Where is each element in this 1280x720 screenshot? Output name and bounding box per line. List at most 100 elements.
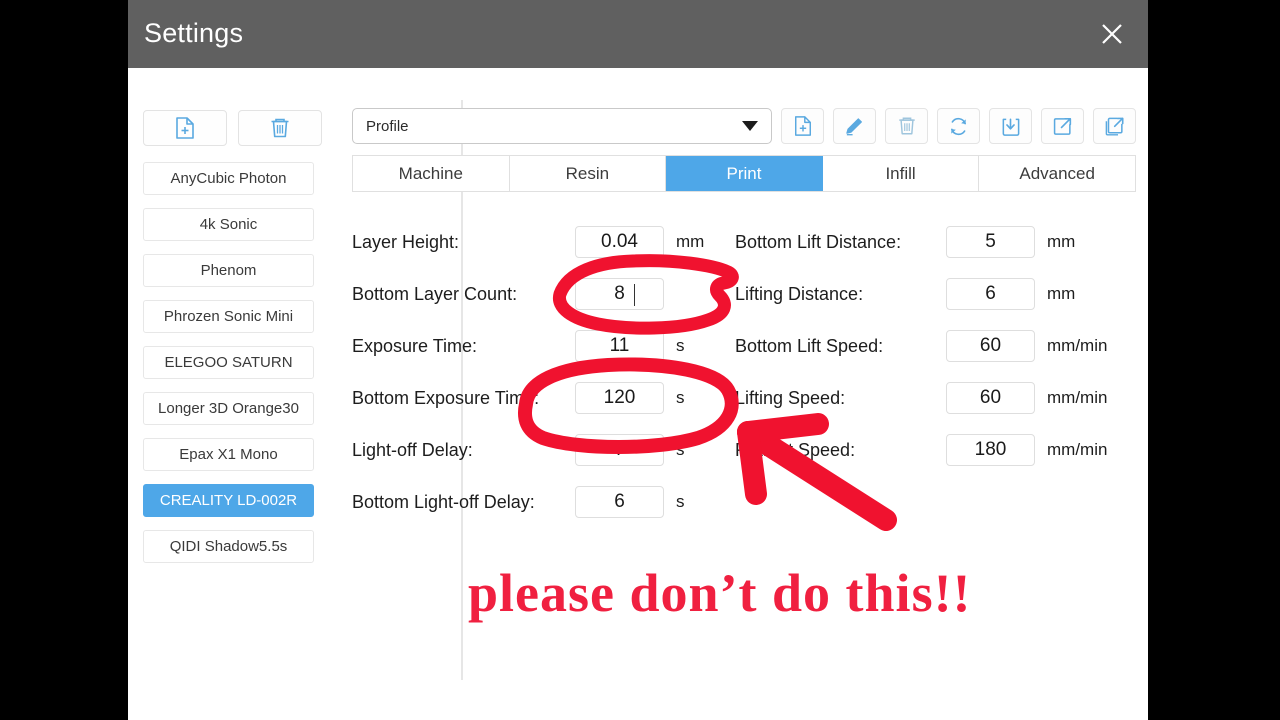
trash-icon (897, 115, 917, 137)
field-lifting-speed: Lifting Speed: 60 mm/min (735, 372, 1107, 424)
machine-label: QIDI Shadow5.5s (169, 538, 288, 555)
duplicate-profile-button[interactable] (1093, 108, 1136, 144)
field-retract-speed: Retract Speed: 180 mm/min (735, 424, 1107, 476)
field-bottom-exposure-time: Bottom Exposure Time: 120 s (352, 372, 704, 424)
machine-label: Phrozen Sonic Mini (163, 308, 294, 325)
window-title: Settings (144, 18, 244, 48)
machine-label: 4k Sonic (199, 216, 258, 233)
field-label: Bottom Light-off Delay: (352, 491, 535, 512)
field-light-off-delay: Light-off Delay: 7 s (352, 424, 704, 476)
light-off-delay-input[interactable]: 7 (575, 434, 664, 466)
tab-label: Resin (565, 163, 610, 183)
field-unit: mm (1047, 284, 1076, 303)
new-profile-button[interactable] (143, 110, 227, 146)
layer-height-input[interactable]: 0.04 (575, 226, 664, 258)
settings-dialog: Settings AnyCubic Photon 4k Sonic Phenom… (128, 0, 1148, 720)
tab-advanced[interactable]: Advanced (979, 156, 1135, 191)
tab-label: Advanced (1019, 163, 1095, 183)
add-profile-button[interactable] (781, 108, 824, 144)
exposure-time-input[interactable]: 11 (575, 330, 664, 362)
machine-item[interactable]: QIDI Shadow5.5s (143, 530, 314, 563)
tab-print[interactable]: Print (666, 156, 823, 191)
lifting-speed-input[interactable]: 60 (946, 382, 1035, 414)
delete-profile-button[interactable] (238, 110, 322, 146)
import-profile-button[interactable] (989, 108, 1032, 144)
field-unit: mm/min (1047, 440, 1108, 459)
field-label: Bottom Lift Distance: (735, 231, 902, 252)
tab-label: Machine (398, 163, 463, 183)
sidebar-toolbar (143, 110, 322, 146)
export-profile-button[interactable] (1041, 108, 1084, 144)
machine-label: Phenom (200, 262, 257, 279)
file-plus-icon (174, 116, 196, 140)
tab-infill[interactable]: Infill (823, 156, 980, 191)
import-arrow-icon (1000, 116, 1021, 137)
field-label: Layer Height: (352, 231, 460, 252)
field-label: Bottom Layer Count: (352, 283, 518, 304)
machine-label: CREALITY LD-002R (159, 492, 298, 509)
field-unit: mm/min (1047, 388, 1108, 407)
tab-label: Infill (885, 163, 916, 183)
retract-speed-input[interactable]: 180 (946, 434, 1035, 466)
field-bottom-light-off-delay: Bottom Light-off Delay: 6 s (352, 476, 704, 528)
settings-tabs: Machine Resin Print Infill Advanced (352, 155, 1136, 192)
field-unit: s (676, 388, 685, 407)
field-label: Exposure Time: (352, 335, 478, 356)
machine-sidebar: AnyCubic Photon 4k Sonic Phenom Phrozen … (128, 68, 333, 720)
field-unit: s (676, 336, 685, 355)
machine-item[interactable]: 4k Sonic (143, 208, 314, 241)
field-lifting-distance: Lifting Distance: 6 mm (735, 268, 1107, 320)
edit-profile-button[interactable] (833, 108, 876, 144)
machine-item-selected[interactable]: CREALITY LD-002R (143, 484, 314, 517)
refresh-icon (948, 116, 969, 137)
pencil-icon (844, 116, 865, 137)
bottom-lift-distance-input[interactable]: 5 (946, 226, 1035, 258)
export-arrow-icon (1052, 116, 1073, 137)
copy-export-icon (1104, 116, 1125, 137)
machine-item[interactable]: Longer 3D Orange30 (143, 392, 314, 425)
machine-item[interactable]: Epax X1 Mono (143, 438, 314, 471)
reset-profile-button[interactable] (937, 108, 980, 144)
chevron-down-icon (742, 121, 758, 131)
profile-toolbar: Profile (352, 108, 1136, 144)
machine-item[interactable]: AnyCubic Photon (143, 162, 314, 195)
tab-resin[interactable]: Resin (510, 156, 667, 191)
machine-item[interactable]: Phrozen Sonic Mini (143, 300, 314, 333)
delete-profile-button[interactable] (885, 108, 928, 144)
field-label: Retract Speed: (735, 439, 856, 460)
field-bottom-lift-speed: Bottom Lift Speed: 60 mm/min (735, 320, 1107, 372)
bottom-lift-speed-input[interactable]: 60 (946, 330, 1035, 362)
bottom-exposure-time-input[interactable]: 120 (575, 382, 664, 414)
machine-label: ELEGOO SATURN (164, 354, 293, 371)
machine-list: AnyCubic Photon 4k Sonic Phenom Phrozen … (143, 162, 314, 576)
tab-machine[interactable]: Machine (353, 156, 510, 191)
field-unit: mm/min (1047, 336, 1108, 355)
profile-dropdown[interactable]: Profile (352, 108, 772, 144)
bottom-layer-count-input[interactable]: 8 (575, 278, 664, 310)
field-label: Lifting Speed: (735, 387, 846, 408)
form-column-right: Bottom Lift Distance: 5 mm Lifting Dista… (735, 216, 1107, 476)
form-column-left: Layer Height: 0.04 mm Bottom Layer Count… (352, 216, 704, 528)
field-label: Light-off Delay: (352, 439, 473, 460)
field-unit: s (676, 492, 685, 511)
field-label: Lifting Distance: (735, 283, 864, 304)
bottom-light-off-delay-input[interactable]: 6 (575, 486, 664, 518)
close-button[interactable] (1090, 12, 1134, 56)
field-unit: mm (676, 232, 705, 251)
field-unit: mm (1047, 232, 1076, 251)
field-exposure-time: Exposure Time: 11 s (352, 320, 704, 372)
machine-item[interactable]: Phenom (143, 254, 314, 287)
machine-item[interactable]: ELEGOO SATURN (143, 346, 314, 379)
close-icon (1099, 21, 1125, 47)
settings-panel: Profile Machine Resin Print Infill Advan… (352, 68, 1148, 720)
lifting-distance-input[interactable]: 6 (946, 278, 1035, 310)
file-plus-icon (793, 115, 813, 137)
field-bottom-lift-distance: Bottom Lift Distance: 5 mm (735, 216, 1107, 268)
machine-label: Epax X1 Mono (179, 446, 278, 463)
field-label: Bottom Lift Speed: (735, 335, 884, 356)
screen: Settings AnyCubic Photon 4k Sonic Phenom… (0, 0, 1280, 720)
field-layer-height: Layer Height: 0.04 mm (352, 216, 704, 268)
tab-label: Print (726, 163, 762, 183)
profile-dropdown-value: Profile (366, 117, 409, 135)
field-label: Bottom Exposure Time: (352, 387, 540, 408)
